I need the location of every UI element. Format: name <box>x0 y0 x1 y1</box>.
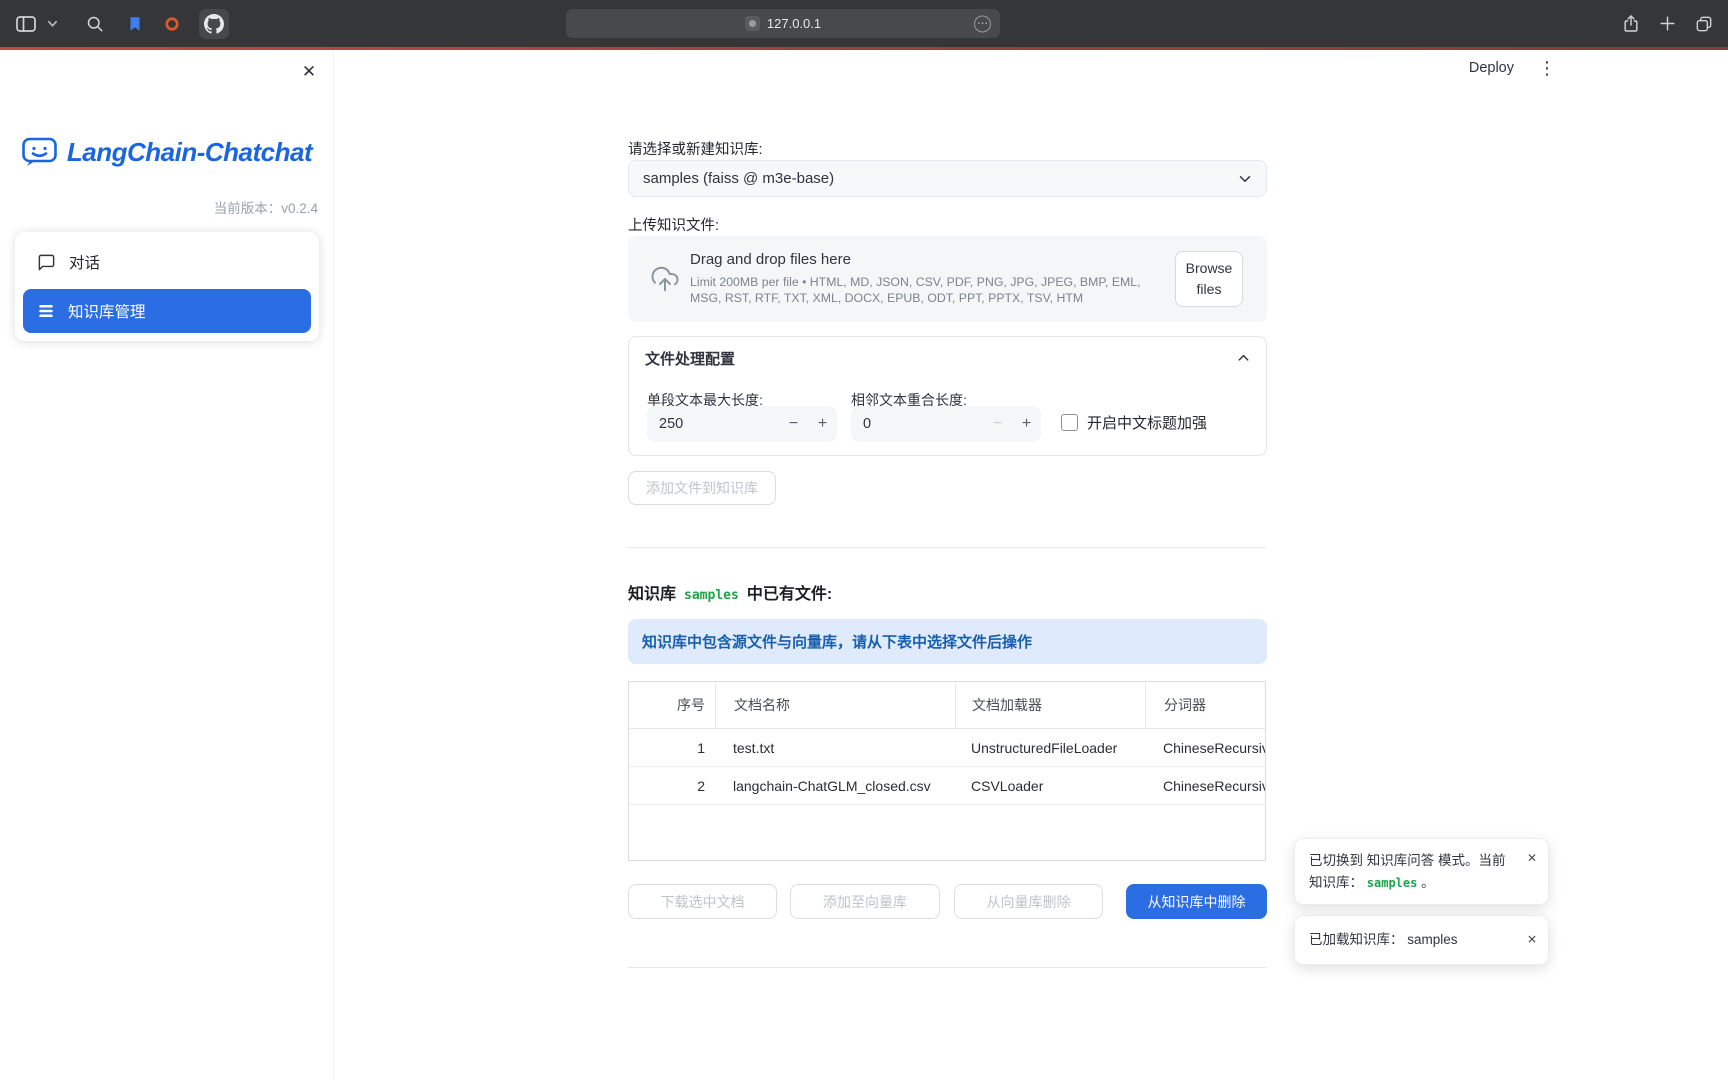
table-row[interactable]: 1 test.txt UnstructuredFileLoader Chines… <box>629 729 1265 767</box>
toast-kb-loaded: 已加载知识库： samples ✕ <box>1294 915 1549 965</box>
chevron-up-icon[interactable] <box>1235 350 1252 367</box>
knowledge-base-icon <box>37 302 55 320</box>
info-text: 知识库中包含源文件与向量库，请从下表中选择文件后操作 <box>642 631 1032 652</box>
url-bar[interactable]: 127.0.0.1 ⋯ <box>566 9 1000 38</box>
overlap-size-value[interactable]: 0 <box>851 416 983 432</box>
browse-files-button[interactable]: Browse files <box>1175 251 1243 307</box>
expander-header[interactable]: 文件处理配置 <box>629 337 1266 379</box>
cell-loader: UnstructuredFileLoader <box>955 729 1145 766</box>
cell-loader: CSVLoader <box>955 767 1145 804</box>
chunk-plus-button[interactable]: + <box>808 415 837 433</box>
deploy-button[interactable]: Deploy <box>1469 60 1514 76</box>
tab-overview-icon[interactable] <box>1694 14 1714 34</box>
zh-title-checkbox-label: 开启中文标题加强 <box>1087 412 1207 433</box>
add-files-button[interactable]: 添加文件到知识库 <box>628 471 776 505</box>
overlap-plus-button[interactable]: + <box>1012 415 1041 433</box>
new-tab-icon[interactable] <box>1658 14 1677 33</box>
col-header-loader: 文档加载器 <box>955 682 1145 728</box>
toast-mode-switched: 已切换到 知识库问答 模式。当前知识库： samples 。 ✕ <box>1294 838 1549 905</box>
upload-label: 上传知识文件: <box>628 214 719 235</box>
kb-select-label: 请选择或新建知识库: <box>628 138 763 159</box>
file-dropzone[interactable]: Drag and drop files here Limit 200MB per… <box>628 236 1267 322</box>
sidebar-close-icon[interactable]: ✕ <box>297 60 321 84</box>
url-text: 127.0.0.1 <box>767 16 821 31</box>
site-favicon-icon <box>745 16 760 31</box>
download-selected-button[interactable]: 下载选中文档 <box>628 884 777 919</box>
pinned-tab-blue-icon[interactable] <box>126 15 144 33</box>
toast-close-icon[interactable]: ✕ <box>1527 930 1537 949</box>
search-icon[interactable] <box>85 14 105 34</box>
toast-text: 已切换到 知识库问答 模式。当前知识库： samples 。 <box>1309 853 1506 890</box>
logo-chat-icon <box>21 136 58 169</box>
expander-title: 文件处理配置 <box>645 348 735 369</box>
add-to-vector-button[interactable]: 添加至向量库 <box>790 884 940 919</box>
app-logo: LangChain-Chatchat <box>0 136 333 169</box>
delete-from-vector-button[interactable]: 从向量库删除 <box>954 884 1103 919</box>
toast-text: 已加载知识库： samples <box>1309 929 1458 951</box>
pinned-tab-orange-icon[interactable] <box>163 15 181 33</box>
github-tab[interactable] <box>199 9 229 39</box>
overlap-minus-button[interactable]: − <box>983 415 1012 433</box>
files-table: 序号 文档名称 文档加载器 分词器 1 test.txt Unstructure… <box>628 681 1266 861</box>
chunk-size-value[interactable]: 250 <box>647 416 779 432</box>
file-config-expander: 文件处理配置 单段文本最大长度: 250 − + 相邻文本重合长度: 0 − + <box>628 336 1267 456</box>
cell-index: 1 <box>629 729 715 766</box>
info-banner: 知识库中包含源文件与向量库，请从下表中选择文件后操作 <box>628 619 1267 664</box>
delete-from-kb-button[interactable]: 从知识库中删除 <box>1126 884 1267 919</box>
github-icon <box>204 14 224 34</box>
table-header-row: 序号 文档名称 文档加载器 分词器 <box>629 682 1265 729</box>
kb-selected-value: samples (faiss @ m3e-base) <box>643 170 834 187</box>
toast-close-icon[interactable]: ✕ <box>1527 849 1537 868</box>
dropzone-title: Drag and drop files here <box>690 251 1157 268</box>
cell-name: test.txt <box>715 729 955 766</box>
kb-selectbox[interactable]: samples (faiss @ m3e-base) <box>628 160 1267 197</box>
sidebar-item-knowledge-base[interactable]: 知识库管理 <box>23 289 311 333</box>
sidebar-toggle-icon[interactable] <box>14 12 38 36</box>
dropzone-limit-text: Limit 200MB per file • HTML, MD, JSON, C… <box>690 274 1157 306</box>
zh-title-checkbox[interactable] <box>1061 414 1078 431</box>
chevron-down-icon <box>1236 170 1254 188</box>
cell-name: langchain-ChatGLM_closed.csv <box>715 767 955 804</box>
share-icon[interactable] <box>1621 13 1641 34</box>
chevron-down-icon[interactable] <box>47 18 58 29</box>
divider <box>628 547 1267 548</box>
existing-files-heading: 知识库 samples 中已有文件: <box>628 580 832 604</box>
zh-title-checkbox-row: 开启中文标题加强 <box>1061 412 1207 433</box>
cell-splitter: ChineseRecursiveT <box>1145 729 1265 766</box>
sidebar-menu: 对话 知识库管理 <box>15 232 319 341</box>
heading-kb-code: samples <box>684 588 739 603</box>
heading-suffix: 中已有文件: <box>747 580 832 604</box>
chunk-size-input[interactable]: 250 − + <box>647 406 837 442</box>
version-label: 当前版本：v0.2.4 <box>214 197 318 217</box>
logo-text: LangChain-Chatchat <box>67 137 312 168</box>
table-action-buttons: 下载选中文档 添加至向量库 从向量库删除 从知识库中删除 <box>628 884 1267 919</box>
sidebar-item-label: 对话 <box>69 251 100 273</box>
sidebar: ✕ LangChain-Chatchat 当前版本：v0.2.4 <box>0 50 334 1080</box>
col-header-name: 文档名称 <box>715 682 955 728</box>
cloud-upload-icon <box>650 264 680 294</box>
col-header-index: 序号 <box>629 682 715 728</box>
main-content: 请选择或新建知识库: samples (faiss @ m3e-base) 上传… <box>628 50 1267 1080</box>
heading-prefix: 知识库 <box>628 580 676 604</box>
cell-index: 2 <box>629 767 715 804</box>
table-row[interactable]: 2 langchain-ChatGLM_closed.csv CSVLoader… <box>629 767 1265 805</box>
cell-splitter: ChineseRecursiveT <box>1145 767 1265 804</box>
chat-bubble-icon <box>37 253 56 272</box>
page-settings-icon[interactable]: ⋯ <box>974 15 991 32</box>
col-header-splitter: 分词器 <box>1145 682 1265 728</box>
app-root: Deploy ⋮ ✕ LangChain-Chatchat 当前版本：v0.2.… <box>0 50 1728 1080</box>
main-menu-icon[interactable]: ⋮ <box>1538 59 1556 77</box>
sidebar-item-dialogue[interactable]: 对话 <box>23 240 311 284</box>
overlap-size-input[interactable]: 0 − + <box>851 406 1041 442</box>
divider <box>628 967 1267 968</box>
browser-toolbar: 127.0.0.1 ⋯ <box>0 0 1728 47</box>
sidebar-item-label: 知识库管理 <box>68 300 146 322</box>
chunk-minus-button[interactable]: − <box>779 415 808 433</box>
